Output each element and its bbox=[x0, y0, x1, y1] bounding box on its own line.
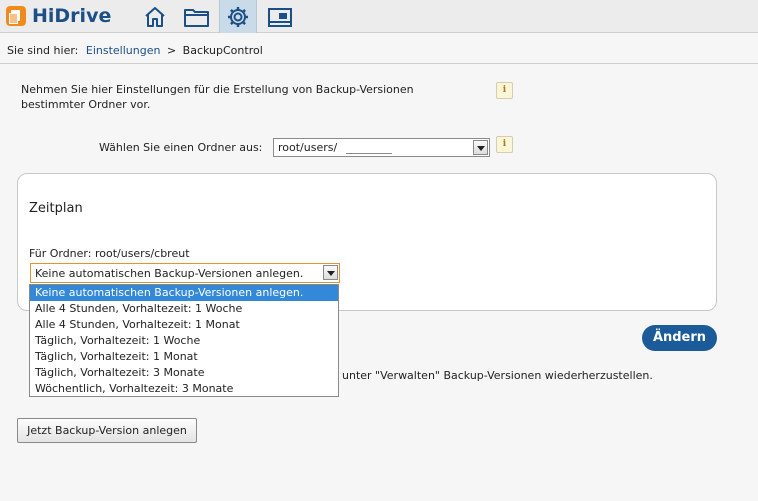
breadcrumb-current: BackupControl bbox=[182, 44, 263, 57]
schedule-option[interactable]: Keine automatischen Backup-Versionen anl… bbox=[30, 285, 338, 301]
breadcrumb: Sie sind hier: Einstellungen > BackupCon… bbox=[0, 34, 758, 64]
schedule-select-value: Keine automatischen Backup-Versionen anl… bbox=[35, 267, 304, 280]
restore-hint: unter "Verwalten" Backup-Versionen wiede… bbox=[342, 369, 653, 382]
schedule-option[interactable]: Wöchentlich, Vorhaltezeit: 3 Monate bbox=[30, 381, 338, 397]
create-backup-button[interactable]: Jetzt Backup-Version anlegen bbox=[17, 418, 197, 443]
schedule-title: Zeitplan bbox=[29, 201, 83, 216]
schedule-option[interactable]: Täglich, Vorhaltezeit: 1 Woche bbox=[30, 333, 338, 349]
breadcrumb-separator: > bbox=[166, 44, 177, 57]
settings-icon[interactable] bbox=[219, 0, 257, 33]
schedule-option[interactable]: Alle 4 Stunden, Vorhaltezeit: 1 Woche bbox=[30, 301, 338, 317]
intro-text: Nehmen Sie hier Einstellungen für die Er… bbox=[21, 83, 414, 111]
schedule-select[interactable]: Keine automatischen Backup-Versionen anl… bbox=[30, 263, 340, 283]
breadcrumb-link-einstellungen[interactable]: Einstellungen bbox=[86, 44, 161, 57]
app-title: HiDrive bbox=[32, 5, 112, 27]
folder-select-underline bbox=[346, 142, 392, 154]
hidrive-logo[interactable]: HiDrive bbox=[6, 5, 111, 27]
gallery-icon[interactable] bbox=[261, 0, 299, 33]
folder-select[interactable]: root/users/ bbox=[273, 138, 490, 157]
info-icon[interactable]: i bbox=[496, 82, 513, 99]
schedule-option[interactable]: Täglich, Vorhaltezeit: 3 Monate bbox=[30, 365, 338, 381]
top-bar: HiDrive bbox=[0, 0, 758, 33]
home-icon[interactable] bbox=[136, 0, 174, 33]
chevron-down-icon[interactable] bbox=[473, 140, 488, 155]
folder-icon[interactable] bbox=[178, 0, 216, 33]
breadcrumb-prefix: Sie sind hier: bbox=[7, 44, 79, 57]
schedule-option[interactable]: Täglich, Vorhaltezeit: 1 Monat bbox=[30, 349, 338, 365]
folder-info-icon[interactable]: i bbox=[496, 136, 513, 153]
folder-label: Wählen Sie einen Ordner aus: bbox=[99, 141, 263, 154]
folder-select-value: root/users/ bbox=[278, 141, 338, 154]
logo-icon bbox=[6, 6, 26, 26]
chevron-down-icon[interactable] bbox=[323, 265, 338, 280]
change-button[interactable]: Ändern bbox=[642, 325, 717, 351]
for-folder-label: Für Ordner: root/users/cbreut bbox=[29, 247, 190, 260]
schedule-option[interactable]: Alle 4 Stunden, Vorhaltezeit: 1 Monat bbox=[30, 317, 338, 333]
schedule-options-list[interactable]: Keine automatischen Backup-Versionen anl… bbox=[29, 284, 339, 397]
